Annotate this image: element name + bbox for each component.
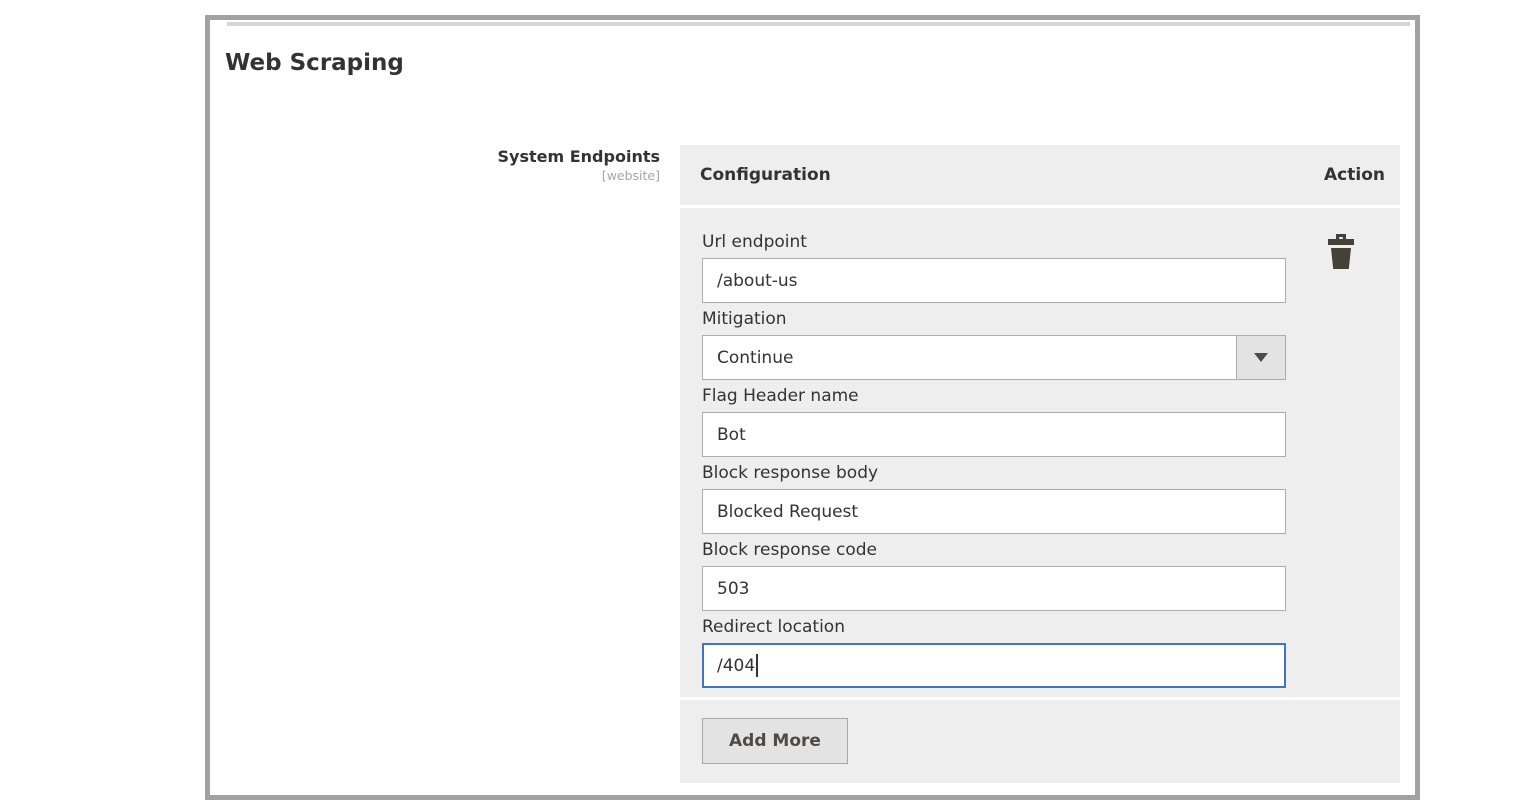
block-response-code-input[interactable]: [702, 566, 1286, 611]
mitigation-select[interactable]: Continue: [702, 335, 1286, 380]
table-footer-row: Add More: [680, 700, 1400, 783]
redirect-location-group: Redirect location /404: [702, 618, 1286, 688]
url-endpoint-group: Url endpoint: [702, 233, 1286, 303]
redirect-location-input[interactable]: /404: [702, 643, 1286, 688]
field-label-column: System Endpoints [website]: [210, 147, 660, 183]
chevron-down-icon[interactable]: [1236, 336, 1285, 379]
block-response-code-group: Block response code: [702, 541, 1286, 611]
redirect-location-value: /404: [717, 656, 755, 676]
trash-icon: [1328, 234, 1354, 269]
add-more-button[interactable]: Add More: [702, 718, 848, 764]
block-response-code-label: Block response code: [702, 541, 1286, 560]
flag-header-name-input[interactable]: [702, 412, 1286, 457]
column-header-configuration: Configuration: [700, 165, 831, 185]
flag-header-name-label: Flag Header name: [702, 387, 1286, 406]
table-header-row: Configuration Action: [680, 145, 1400, 205]
config-panel: Web Scraping System Endpoints [website] …: [205, 15, 1420, 800]
delete-row-button[interactable]: [1328, 234, 1354, 272]
config-scope-label: [website]: [210, 168, 660, 183]
mitigation-selected-value: Continue: [703, 336, 1236, 379]
block-response-body-label: Block response body: [702, 464, 1286, 483]
row-action-cell: [1328, 234, 1354, 272]
system-endpoints-table: Configuration Action Url endpoint Mitiga…: [680, 145, 1400, 783]
page-title: Web Scraping: [225, 50, 404, 76]
block-response-body-group: Block response body: [702, 464, 1286, 534]
text-cursor: [756, 654, 758, 677]
system-endpoints-label: System Endpoints: [210, 147, 660, 167]
mitigation-label: Mitigation: [702, 310, 1286, 329]
url-endpoint-label: Url endpoint: [702, 233, 1286, 252]
mitigation-group: Mitigation Continue: [702, 310, 1286, 380]
block-response-body-input[interactable]: [702, 489, 1286, 534]
endpoint-row: Url endpoint Mitigation Continue Flag He…: [680, 208, 1400, 697]
column-header-action: Action: [1324, 165, 1385, 185]
redirect-location-label: Redirect location: [702, 618, 1286, 637]
flag-header-name-group: Flag Header name: [702, 387, 1286, 457]
url-endpoint-input[interactable]: [702, 258, 1286, 303]
section-divider: [227, 22, 1410, 26]
